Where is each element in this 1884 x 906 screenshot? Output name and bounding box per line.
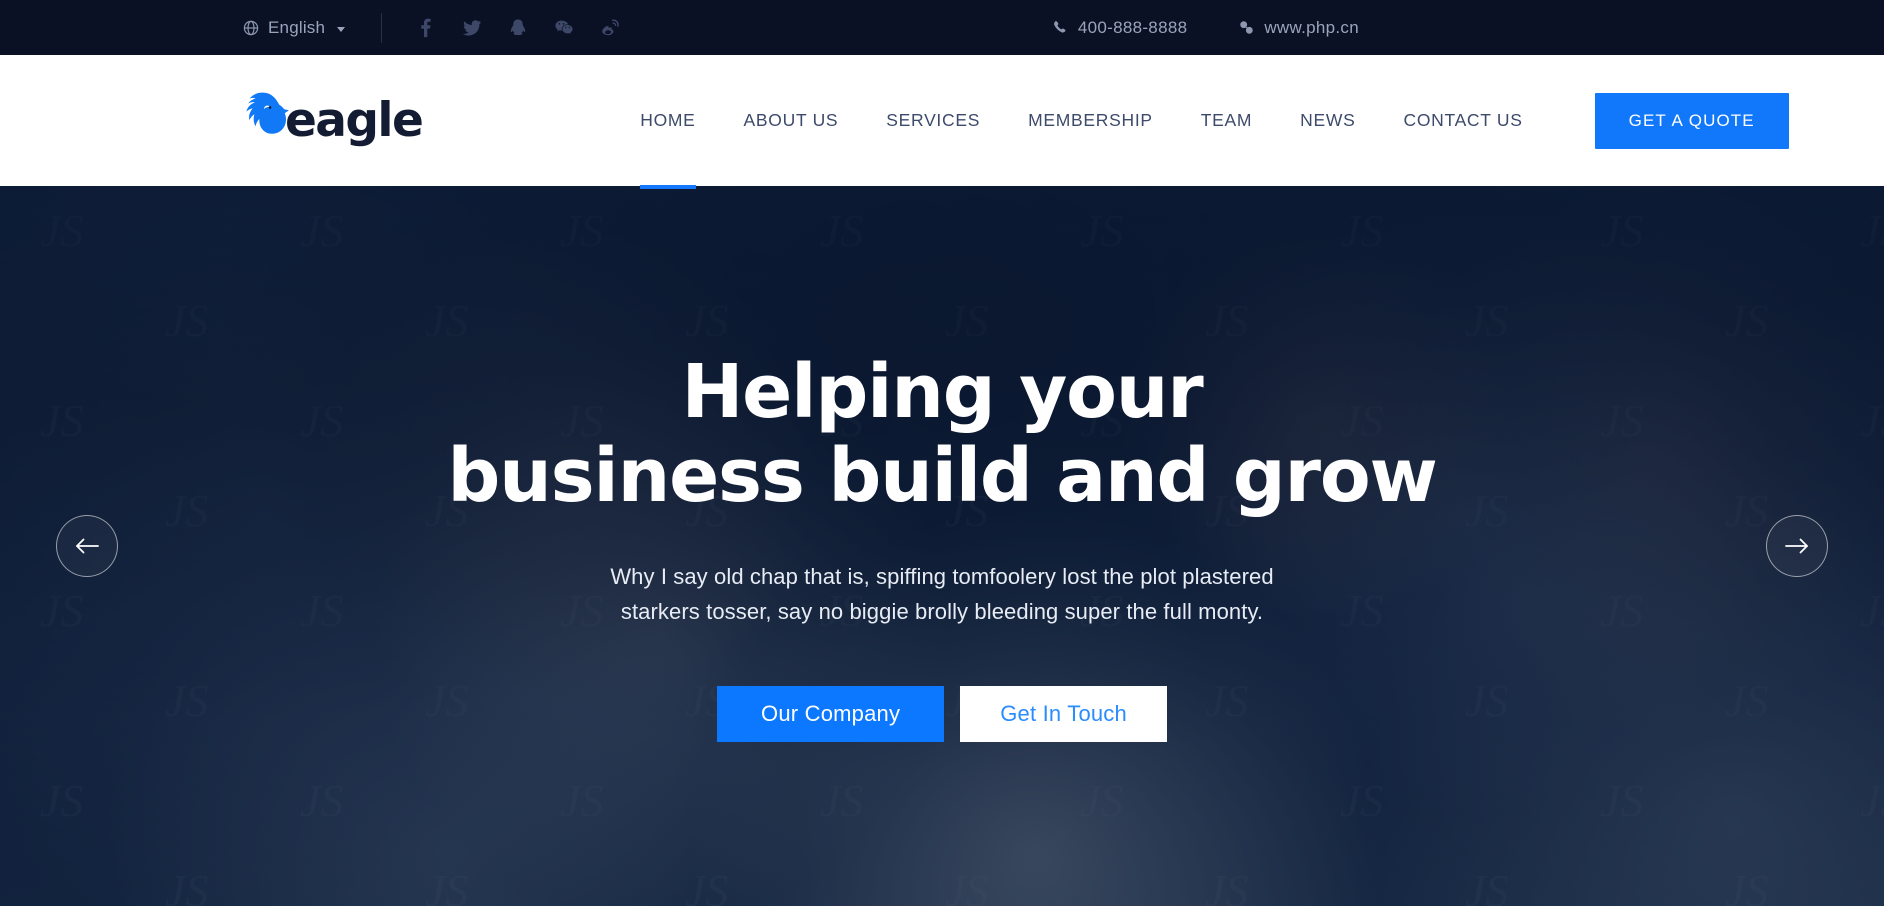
active-underline: [640, 185, 696, 189]
hero-carousel: Helping your business build and grow Why…: [0, 186, 1884, 906]
top-bar-right-group: 400-888-8888 www.php.cn: [1053, 18, 1359, 38]
nav-label: ABOUT US: [743, 110, 839, 130]
nav-item-about-us[interactable]: ABOUT US: [720, 55, 863, 186]
logo[interactable]: eagle: [237, 91, 424, 151]
carousel-prev-button[interactable]: [56, 515, 118, 577]
phone-number: 400-888-8888: [1077, 17, 1188, 37]
hero-subtitle: Why I say old chap that is, spiffing tom…: [610, 559, 1273, 630]
nav-item-team[interactable]: TEAM: [1177, 55, 1276, 186]
arrow-left-icon: [74, 536, 100, 556]
hero-subtitle-line-2: starkers tosser, say no biggie brolly bl…: [620, 599, 1264, 625]
top-bar-left-group: English: [243, 12, 620, 43]
get-a-quote-button[interactable]: GET A QUOTE: [1594, 92, 1789, 149]
nav-label: NEWS: [1300, 110, 1356, 130]
website-contact[interactable]: www.php.cn: [1239, 18, 1359, 38]
hero-title-line-1: Helping your: [681, 349, 1203, 435]
chevron-down-icon: [337, 26, 346, 32]
globe-icon: [243, 20, 259, 36]
hero-subtitle-line-1: Why I say old chap that is, spiffing tom…: [610, 563, 1274, 589]
nav-label: HOME: [640, 110, 696, 130]
nav-item-membership[interactable]: MEMBERSHIP: [1004, 55, 1177, 186]
hero-title-line-2: business build and grow: [447, 433, 1438, 520]
top-bar: English 400-888-8888 www.php.cn: [0, 0, 1884, 55]
logo-wordmark: eagle: [285, 93, 424, 148]
top-bar-divider: [381, 12, 383, 43]
website-url: www.php.cn: [1264, 17, 1359, 37]
get-in-touch-button[interactable]: Get In Touch: [960, 685, 1167, 742]
social-links: [416, 18, 620, 38]
nav-item-home[interactable]: HOME: [616, 55, 719, 189]
weibo-icon[interactable]: [600, 18, 620, 38]
phone-contact[interactable]: 400-888-8888: [1053, 18, 1187, 38]
twitter-icon[interactable]: [462, 18, 482, 38]
hero-title: Helping your business build and grow: [447, 349, 1438, 520]
link-icon: [1239, 20, 1254, 35]
nav-label: TEAM: [1200, 110, 1253, 130]
hero-action-buttons: Our Company Get In Touch: [717, 685, 1167, 742]
nav-label: SERVICES: [886, 110, 981, 130]
nav-item-news[interactable]: NEWS: [1276, 55, 1379, 186]
phone-icon: [1053, 20, 1068, 35]
facebook-icon[interactable]: [416, 18, 436, 38]
carousel-next-button[interactable]: [1766, 515, 1828, 577]
qq-icon[interactable]: [508, 18, 528, 38]
main-navigation: HOME ABOUT US SERVICES MEMBERSHIP TEAM N…: [616, 55, 1546, 189]
arrow-right-icon: [1784, 536, 1810, 556]
wechat-icon[interactable]: [554, 18, 574, 38]
site-header: eagle HOME ABOUT US SERVICES MEMBERSHIP …: [0, 55, 1884, 189]
language-label: English: [268, 17, 326, 37]
our-company-button[interactable]: Our Company: [717, 685, 945, 742]
nav-label: CONTACT US: [1403, 110, 1523, 130]
nav-item-services[interactable]: SERVICES: [862, 55, 1004, 186]
hero-content: Helping your business build and grow Why…: [0, 186, 1884, 906]
eagle-head-icon: [237, 91, 291, 143]
language-selector[interactable]: English: [243, 17, 346, 38]
nav-item-contact-us[interactable]: CONTACT US: [1379, 55, 1546, 186]
nav-label: MEMBERSHIP: [1028, 110, 1153, 130]
